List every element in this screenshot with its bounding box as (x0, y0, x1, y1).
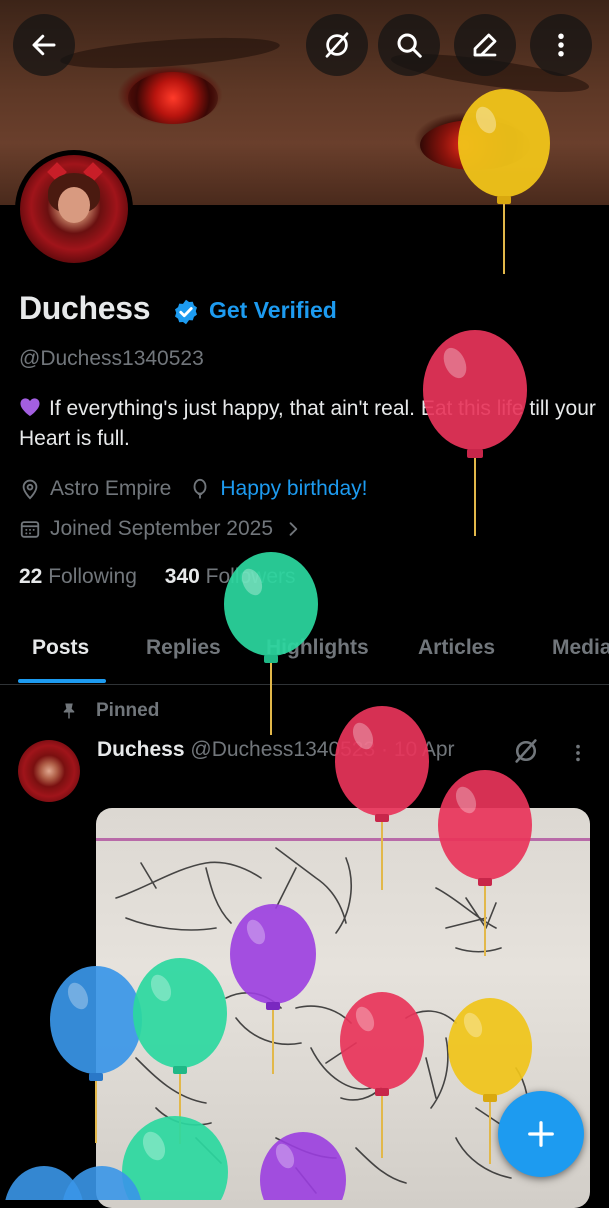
tab-articles[interactable]: Articles (418, 636, 495, 660)
joined-row[interactable]: Joined September 2025 (19, 517, 312, 541)
pin-icon (63, 703, 75, 719)
more-vertical-icon (558, 33, 564, 57)
arrow-left-icon (32, 34, 56, 56)
profile-joined: Joined September 2025 (50, 517, 273, 540)
plus-icon (528, 1121, 554, 1147)
followers-count: 340 (164, 565, 200, 588)
location-icon (22, 479, 38, 500)
balloon-icon (193, 478, 207, 499)
verified-badge-icon[interactable] (172, 298, 200, 326)
pinned-text: Pinned (96, 700, 160, 721)
post-author-name: Duchess (97, 738, 185, 761)
profile-handle: @Duchess1340523 (19, 347, 204, 370)
more-vertical-icon[interactable] (567, 740, 589, 766)
tab-posts[interactable]: Posts (32, 636, 89, 660)
search-icon (397, 33, 422, 58)
pinned-label: Pinned (60, 700, 159, 722)
pink-balloon-icon (438, 770, 532, 956)
grok-icon[interactable] (512, 737, 540, 765)
grok-button[interactable] (306, 14, 368, 76)
following-count: 22 (19, 565, 43, 588)
blue-balloon-icon (5, 1166, 141, 1200)
profile-avatar[interactable] (15, 150, 133, 268)
avatar-image (20, 155, 128, 263)
active-tab-indicator (18, 679, 106, 683)
purple-balloon-icon (230, 904, 316, 1074)
following-label: Following (48, 565, 137, 588)
more-button[interactable] (530, 14, 592, 76)
pencil-icon (473, 33, 497, 57)
post-author-avatar[interactable] (18, 740, 80, 802)
profile-birthday[interactable]: Happy birthday! (220, 477, 367, 501)
green-balloon-icon (224, 552, 318, 735)
back-button[interactable] (13, 14, 75, 76)
pink-balloon-icon (340, 992, 424, 1158)
tab-replies[interactable]: Replies (146, 636, 221, 660)
banner-detail (59, 32, 281, 74)
profile-meta-row: Astro Empire Happy birthday! (19, 477, 367, 501)
following-link[interactable]: 22 Following (19, 565, 137, 588)
profile-location: Astro Empire (50, 477, 172, 500)
yellow-balloon-icon (458, 89, 550, 274)
pink-balloon-icon (423, 330, 527, 536)
purple-balloon-icon (260, 1132, 346, 1200)
edit-button[interactable] (454, 14, 516, 76)
purple-heart-icon (20, 398, 40, 417)
tab-media[interactable]: Media (552, 636, 609, 660)
chevron-right-icon (289, 522, 298, 536)
profile-name: Duchess (19, 290, 151, 326)
search-button[interactable] (378, 14, 440, 76)
compose-button[interactable] (498, 1091, 584, 1177)
calendar-icon (20, 521, 40, 538)
grok-icon (325, 32, 349, 58)
banner-detail (128, 72, 218, 124)
get-verified-link[interactable]: Get Verified (209, 297, 337, 324)
pink-balloon-icon (335, 706, 429, 890)
